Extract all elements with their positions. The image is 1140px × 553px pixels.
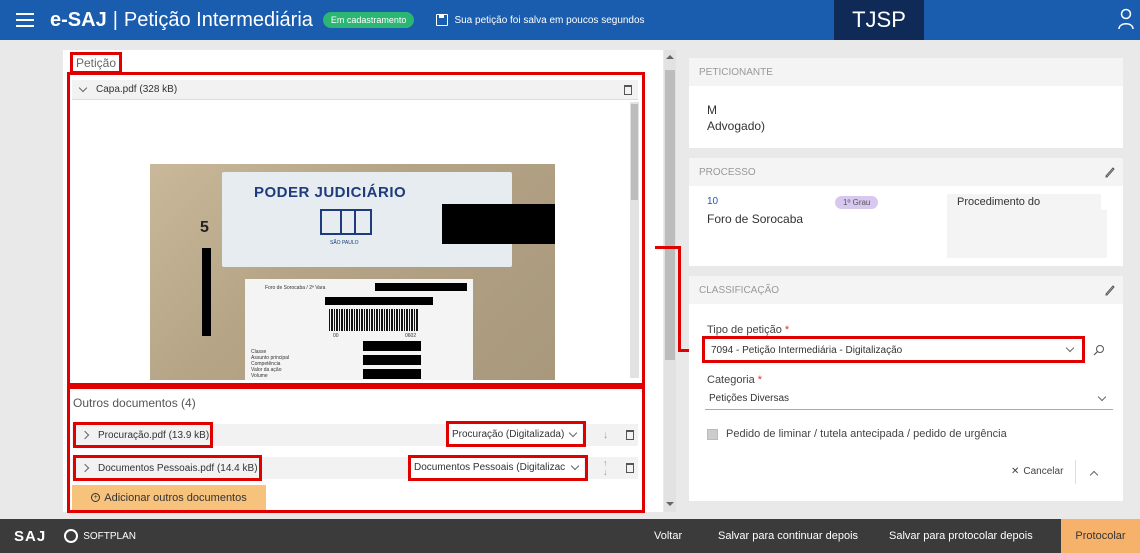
app-brand: e-SAJ | Petição Intermediária <box>50 9 313 32</box>
highlight-box <box>73 422 213 448</box>
processo-number[interactable]: 10 <box>707 196 718 207</box>
categoria-label: Categoria * <box>707 374 762 386</box>
highlight-box <box>446 421 586 447</box>
required-mark: * <box>784 324 790 336</box>
categoria-label-text: Categoria <box>707 374 755 386</box>
menu-icon[interactable] <box>0 0 50 40</box>
peticionante-name: M <box>707 103 717 117</box>
chevron-down-icon <box>1097 392 1107 401</box>
categoria-select[interactable]: Petições Diversas <box>705 388 1113 410</box>
app-header: e-SAJ | Petição Intermediária Em cadastr… <box>0 0 1140 40</box>
peticao-section-label: Petição <box>70 52 123 74</box>
processo-card: PROCESSO 10 1º Grau Foro de Sorocaba Pro… <box>689 158 1123 266</box>
liminar-checkbox[interactable] <box>707 428 718 440</box>
left-panel-scrollbar-thumb[interactable] <box>665 70 675 360</box>
classificacao-card: CLASSIFICAÇÃO Tipo de petição * 7094 - P… <box>689 276 1123 501</box>
processo-heading: PROCESSO <box>689 158 1123 186</box>
protocolar-button[interactable]: Protocolar <box>1061 519 1140 553</box>
scroll-up-icon[interactable] <box>665 53 675 61</box>
cancel-button[interactable]: ✕ Cancelar <box>1011 466 1063 477</box>
softplan-logo: SOFTPLAN <box>64 529 136 543</box>
app-footer: SAJ SOFTPLAN Voltar Salvar para continua… <box>0 519 1140 553</box>
tipo-peticao-label-text: Tipo de petição <box>707 324 782 336</box>
categoria-value: Petições Diversas <box>709 393 790 404</box>
procedimento-detail <box>947 210 1107 258</box>
highlight-box <box>67 386 645 513</box>
close-icon: ✕ <box>1011 466 1020 477</box>
liminar-checkbox-label: Pedido de liminar / tutela antecipada / … <box>726 428 1007 440</box>
court-logo: TJSP <box>834 0 924 40</box>
highlight-box <box>73 455 262 481</box>
required-mark: * <box>757 374 763 386</box>
peticionante-heading: PETICIONANTE <box>689 58 1123 86</box>
highlight-box <box>702 336 1085 363</box>
procedimento-field: Procedimento do <box>947 194 1101 210</box>
save-disk-icon <box>436 14 449 26</box>
page-title: Petição Intermediária <box>123 8 313 31</box>
divider <box>1075 460 1076 484</box>
saj-logo: SAJ <box>14 527 47 545</box>
highlight-box <box>67 72 645 386</box>
edit-pencil-icon[interactable] <box>1105 166 1115 178</box>
highlight-box <box>408 455 588 481</box>
chevron-up-icon[interactable] <box>1089 470 1099 480</box>
peticionante-role: Advogado) <box>707 119 766 133</box>
save-protocol-later-button[interactable]: Salvar para protocolar depois <box>889 519 1033 553</box>
softplan-logo-icon <box>64 529 79 543</box>
softplan-text: SOFTPLAN <box>83 530 136 542</box>
scroll-down-icon[interactable] <box>665 500 675 508</box>
save-status: Sua petição foi salva em poucos segundos <box>436 14 645 26</box>
peticionante-card: PETICIONANTE M Advogado) <box>689 58 1123 148</box>
edit-pencil-icon[interactable] <box>1105 284 1115 296</box>
connector-line <box>678 246 681 352</box>
processo-foro: Foro de Sorocaba <box>707 212 804 226</box>
brand-name: e-SAJ <box>50 8 107 31</box>
cancel-label: Cancelar <box>1023 466 1064 477</box>
tipo-peticao-label: Tipo de petição * <box>707 324 789 336</box>
classificacao-heading: CLASSIFICAÇÃO <box>689 276 1123 304</box>
status-badge: Em cadastramento <box>322 12 415 28</box>
save-status-text: Sua petição foi salva em poucos segundos <box>454 14 645 26</box>
voltar-button[interactable]: Voltar <box>654 519 682 553</box>
search-icon[interactable] <box>1093 344 1105 356</box>
grau-badge: 1º Grau <box>835 196 879 209</box>
save-continue-button[interactable]: Salvar para continuar depois <box>718 519 858 553</box>
user-icon[interactable] <box>1118 8 1134 30</box>
liminar-checkbox-row[interactable]: Pedido de liminar / tutela antecipada / … <box>707 428 1007 440</box>
brand-separator: | <box>112 8 118 31</box>
